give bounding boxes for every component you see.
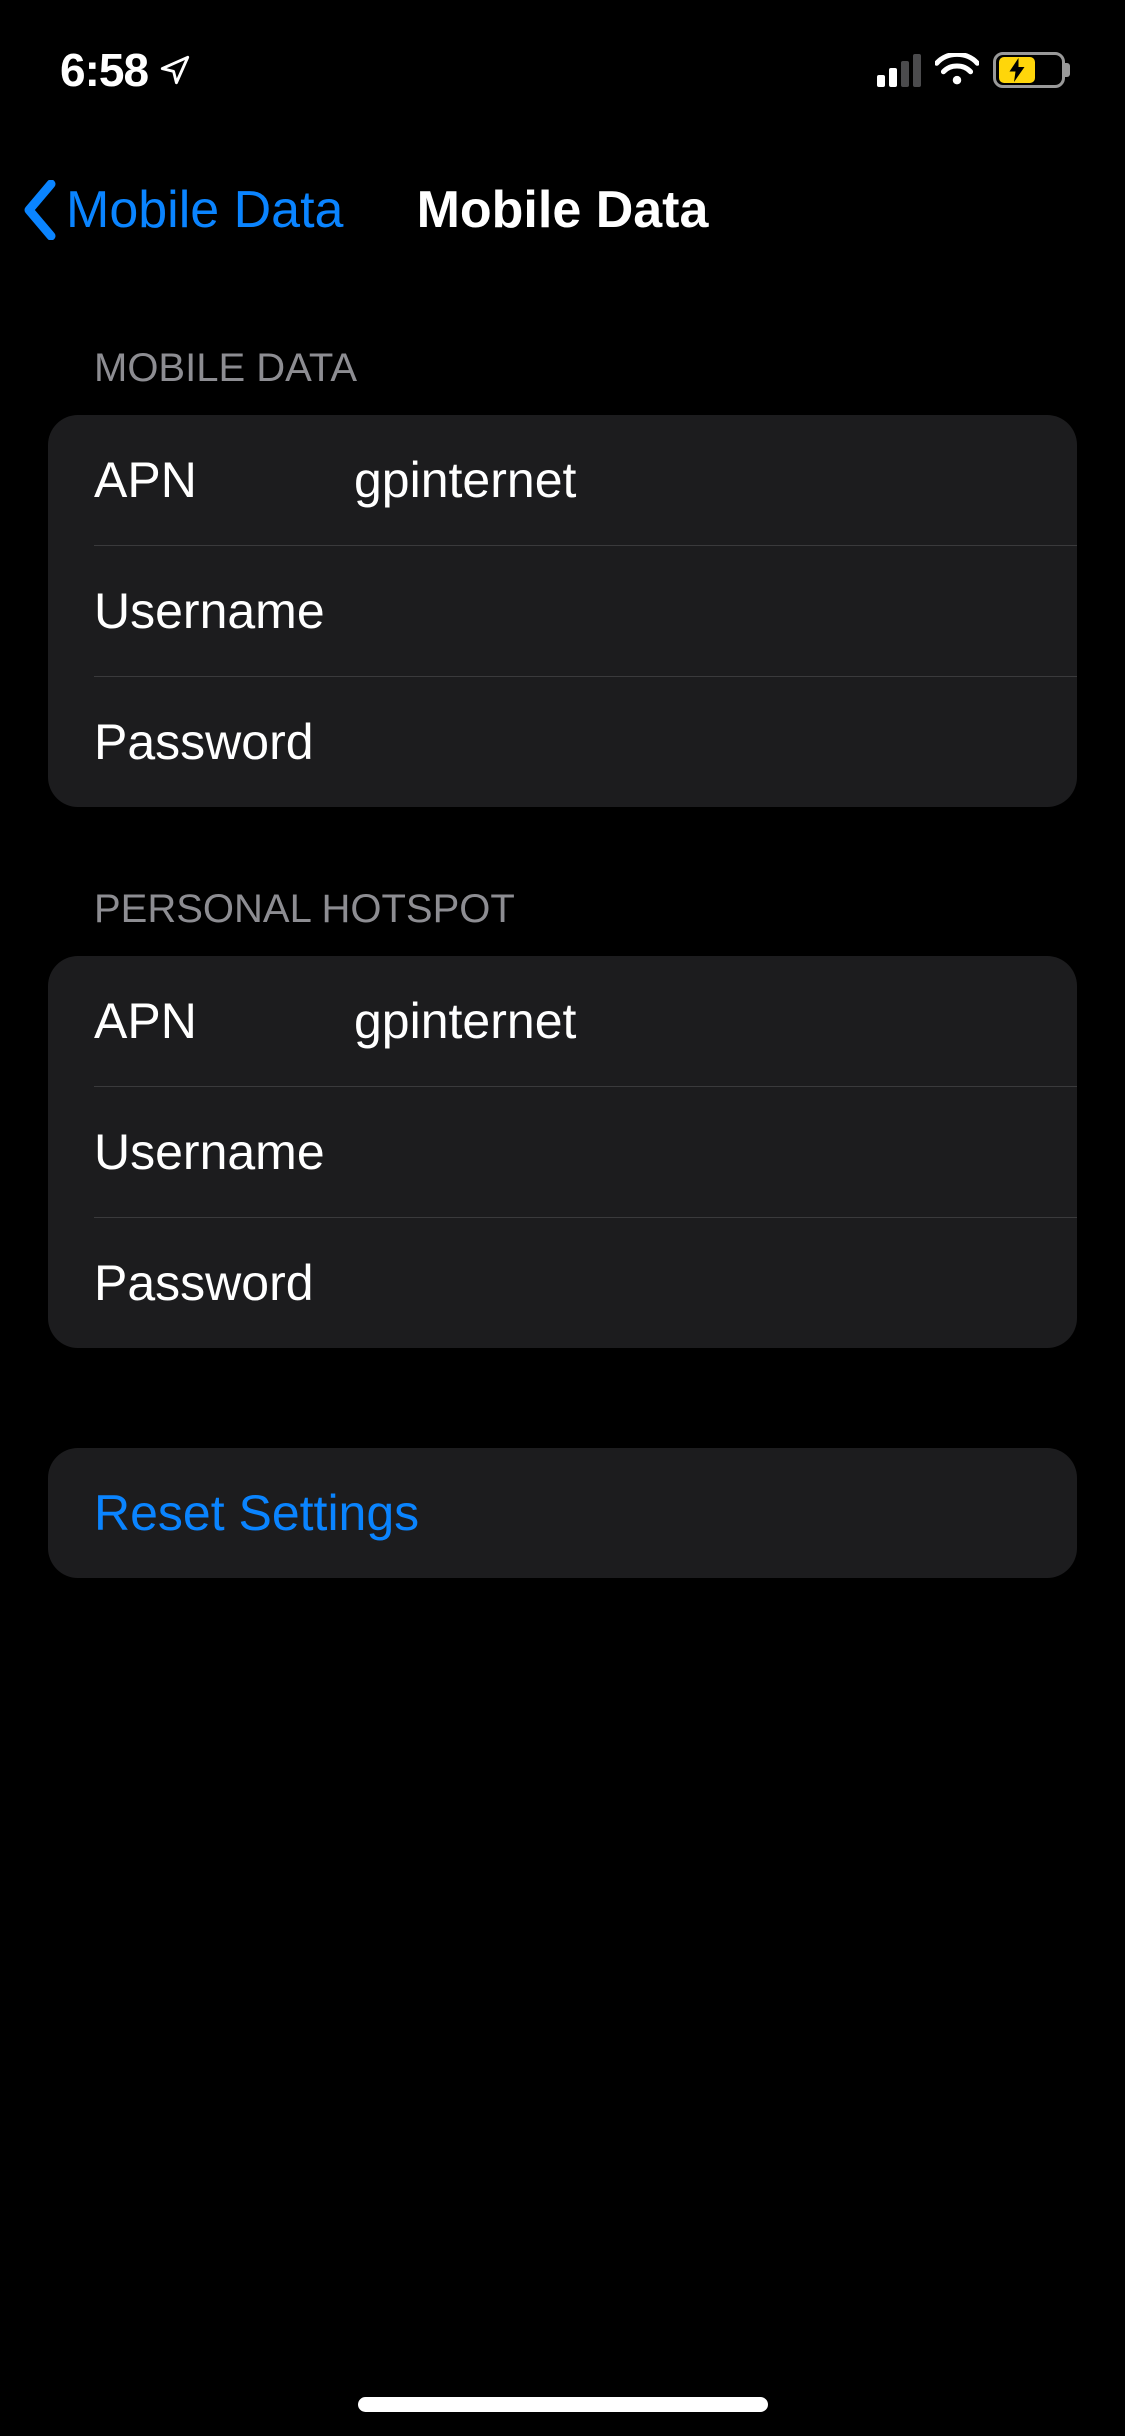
location-icon: [158, 53, 192, 87]
status-time: 6:58: [60, 43, 148, 97]
wifi-icon: [935, 53, 979, 87]
row-ph-password[interactable]: Password: [48, 1218, 1077, 1348]
row-ph-apn[interactable]: APN: [48, 956, 1077, 1086]
label-ph-password: Password: [94, 1254, 334, 1312]
battery-icon: [993, 52, 1065, 88]
chevron-left-icon: [22, 180, 60, 240]
label-ph-username: Username: [94, 1123, 334, 1181]
password-field[interactable]: [354, 713, 1031, 771]
cellular-signal-icon: [877, 53, 921, 87]
status-bar: 6:58: [0, 0, 1125, 140]
group-mobile-data: APN Username Password: [48, 415, 1077, 807]
label-md-apn: APN: [94, 451, 334, 509]
section-header-mobile-data: Mobile Data: [48, 280, 1077, 415]
back-button[interactable]: Mobile Data: [0, 180, 343, 240]
content: Mobile Data APN Username Password Person…: [0, 280, 1125, 1578]
group-personal-hotspot: APN Username Password: [48, 956, 1077, 1348]
charging-bolt-icon: [1009, 58, 1025, 82]
label-md-username: Username: [94, 582, 334, 640]
apn-field[interactable]: [354, 451, 1031, 509]
reset-label: Reset Settings: [94, 1484, 419, 1542]
row-md-apn[interactable]: APN: [48, 415, 1077, 545]
row-ph-username[interactable]: Username: [48, 1087, 1077, 1217]
row-md-password[interactable]: Password: [48, 677, 1077, 807]
row-md-username[interactable]: Username: [48, 546, 1077, 676]
section-header-personal-hotspot: Personal Hotspot: [48, 807, 1077, 956]
back-label: Mobile Data: [66, 180, 343, 240]
hotspot-apn-field[interactable]: [354, 992, 1031, 1050]
home-indicator[interactable]: [358, 2397, 768, 2412]
hotspot-username-field[interactable]: [354, 1123, 1031, 1181]
label-md-password: Password: [94, 713, 334, 771]
hotspot-password-field[interactable]: [354, 1254, 1031, 1312]
reset-settings-button[interactable]: Reset Settings: [48, 1448, 1077, 1578]
username-field[interactable]: [354, 582, 1031, 640]
page-title: Mobile Data: [417, 180, 709, 240]
nav-bar: Mobile Data Mobile Data: [0, 140, 1125, 280]
label-ph-apn: APN: [94, 992, 334, 1050]
